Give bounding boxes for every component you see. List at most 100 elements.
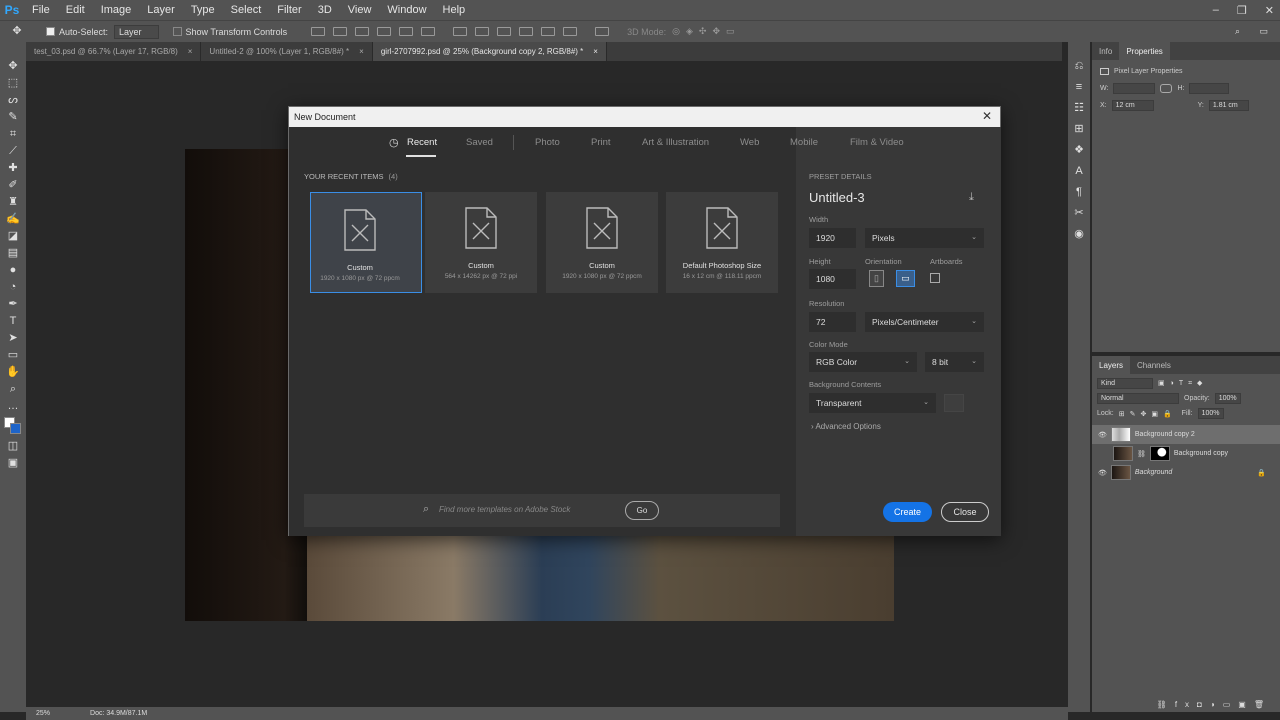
color-swatches-icon[interactable] (4, 417, 22, 435)
swatches-icon[interactable]: ◉ (1072, 228, 1086, 240)
menu-image[interactable]: Image (93, 4, 140, 16)
restore-button[interactable]: ❐ (1237, 4, 1247, 17)
close-button[interactable]: Close (941, 502, 989, 522)
width-input[interactable]: 1920 (809, 228, 856, 248)
layer-row[interactable]: ⛓ Background copy (1092, 444, 1280, 463)
menu-select[interactable]: Select (223, 4, 270, 16)
align-hcenter-icon[interactable] (399, 27, 414, 36)
tab-art-illustration[interactable]: Art & Illustration (642, 137, 709, 148)
move-tool-icon[interactable]: ✥ (10, 26, 24, 38)
properties-icon[interactable]: ☷ (1072, 102, 1086, 114)
background-select[interactable]: Transparent ⌄ (809, 393, 936, 413)
align-vcenter-icon[interactable] (333, 27, 348, 36)
layer-row[interactable]: 👁 Background copy 2 (1092, 425, 1280, 444)
zoom-level[interactable]: 25% (36, 710, 50, 717)
crop-tool-icon[interactable]: ⌗ (6, 128, 20, 140)
distribute-bottom-icon[interactable] (497, 27, 512, 36)
close-icon[interactable]: × (188, 47, 193, 56)
tab-saved[interactable]: Saved (466, 137, 493, 148)
color-mode-select[interactable]: RGB Color ⌄ (809, 352, 917, 372)
tab-photo[interactable]: Photo (535, 137, 560, 148)
more-tools-icon[interactable]: … (6, 400, 20, 412)
document-name-field[interactable]: Untitled-3 (809, 190, 865, 205)
tab-mobile[interactable]: Mobile (790, 137, 818, 148)
eyedropper-tool-icon[interactable]: ⟋ (6, 145, 20, 157)
resolution-unit-select[interactable]: Pixels/Centimeter ⌄ (865, 312, 984, 332)
search-icon[interactable]: ⌕ (1235, 26, 1240, 37)
auto-select-dropdown[interactable]: Layer (114, 24, 159, 39)
auto-align-icon[interactable] (595, 27, 610, 36)
eraser-tool-icon[interactable]: ◪ (6, 230, 20, 242)
recent-item-card[interactable]: Default Photoshop Size 16 x 12 cm @ 118.… (666, 192, 778, 293)
background-color-swatch[interactable] (944, 394, 964, 412)
distribute-top-icon[interactable] (453, 27, 468, 36)
layer-actions[interactable]: ⛓fx◘◑▭▣🗑 (1157, 700, 1272, 709)
blend-mode-select[interactable]: Normal (1097, 393, 1179, 404)
landscape-orientation-icon[interactable]: ▭ (896, 270, 915, 287)
doc-tab-girl[interactable]: girl-2707992.psd @ 25% (Background copy … (372, 42, 607, 61)
create-button[interactable]: Create (883, 502, 932, 522)
healing-brush-tool-icon[interactable]: ✚ (6, 162, 20, 174)
tab-web[interactable]: Web (740, 137, 759, 148)
pen-tool-icon[interactable]: ✒ (6, 298, 20, 310)
gradient-tool-icon[interactable]: ▤ (6, 247, 20, 259)
dialog-close-icon[interactable]: ✕ (980, 109, 994, 123)
paragraph-icon[interactable]: ¶ (1072, 186, 1086, 198)
width-field[interactable] (1113, 83, 1156, 94)
close-icon[interactable]: × (359, 47, 364, 56)
quick-mask-icon[interactable]: ◫ (6, 440, 20, 452)
workspace-icon[interactable]: ▭ (1259, 26, 1268, 37)
eye-icon[interactable]: 👁 (1098, 431, 1107, 439)
quick-select-tool-icon[interactable]: ✎ (6, 111, 20, 123)
save-preset-icon[interactable]: ⤓ (969, 191, 974, 204)
zoom-tool-icon[interactable]: ⌕ (6, 383, 20, 395)
menu-window[interactable]: Window (379, 4, 434, 16)
go-button[interactable]: Go (625, 501, 659, 520)
height-field[interactable] (1189, 83, 1230, 94)
fill-field[interactable]: 100% (1197, 408, 1224, 419)
adjustments-icon[interactable]: ≡ (1072, 81, 1086, 93)
show-transform-checkbox[interactable] (172, 27, 182, 36)
tab-properties[interactable]: Properties (1119, 42, 1170, 60)
brush-tool-icon[interactable]: ✐ (6, 179, 20, 191)
clone-stamp-tool-icon[interactable]: ♜ (6, 196, 20, 208)
doc-tab-test-03[interactable]: test_03.psd @ 66.7% (Layer 17, RGB/8) × (26, 42, 202, 61)
move-tool-icon[interactable]: ✥ (6, 60, 20, 72)
close-window-button[interactable]: ✕ (1265, 4, 1274, 17)
align-bottom-icon[interactable] (355, 27, 370, 36)
tab-recent[interactable]: Recent (407, 137, 437, 148)
lock-icons[interactable]: ⊞✎✥▣🔒 (1119, 410, 1177, 418)
width-unit-select[interactable]: Pixels ⌄ (865, 228, 984, 248)
menu-type[interactable]: Type (183, 4, 223, 16)
history-icon[interactable]: ⎌ (1072, 60, 1086, 72)
x-field[interactable]: 12 cm (1111, 100, 1154, 111)
blur-tool-icon[interactable]: ● (6, 264, 20, 276)
menu-3d[interactable]: 3D (310, 4, 340, 16)
menu-layer[interactable]: Layer (139, 4, 183, 16)
character-icon[interactable]: A (1072, 165, 1086, 177)
path-select-tool-icon[interactable]: ➤ (6, 332, 20, 344)
align-left-icon[interactable] (377, 27, 392, 36)
minimize-button[interactable]: – (1213, 4, 1219, 16)
tab-layers[interactable]: Layers (1092, 356, 1131, 374)
recent-item-card[interactable]: Custom 1920 x 1080 px @ 72 ppcm (546, 192, 658, 293)
kind-filter[interactable]: Kind (1097, 378, 1153, 389)
marquee-tool-icon[interactable]: ⬚ (6, 77, 20, 89)
distribute-hcenter-icon[interactable] (541, 27, 556, 36)
hand-tool-icon[interactable]: ✋ (6, 366, 20, 378)
align-top-icon[interactable] (311, 27, 326, 36)
tool-presets-icon[interactable]: ✂ (1072, 207, 1086, 219)
distribute-right-icon[interactable] (563, 27, 578, 36)
eye-icon[interactable]: 👁 (1098, 469, 1107, 477)
lasso-tool-icon[interactable]: ᔕ (6, 94, 20, 106)
height-input[interactable]: 1080 (809, 269, 856, 289)
history-brush-tool-icon[interactable]: ✍ (6, 213, 20, 225)
menu-view[interactable]: View (340, 4, 380, 16)
type-tool-icon[interactable]: T (6, 315, 20, 327)
y-field[interactable]: 1.81 cm (1208, 100, 1249, 111)
artboards-checkbox[interactable] (930, 273, 940, 283)
rectangle-tool-icon[interactable]: ▭ (6, 349, 20, 361)
tab-channels[interactable]: Channels (1130, 356, 1178, 374)
opacity-field[interactable]: 100% (1214, 393, 1241, 404)
advanced-options-toggle[interactable]: › Advanced Options (811, 422, 881, 431)
